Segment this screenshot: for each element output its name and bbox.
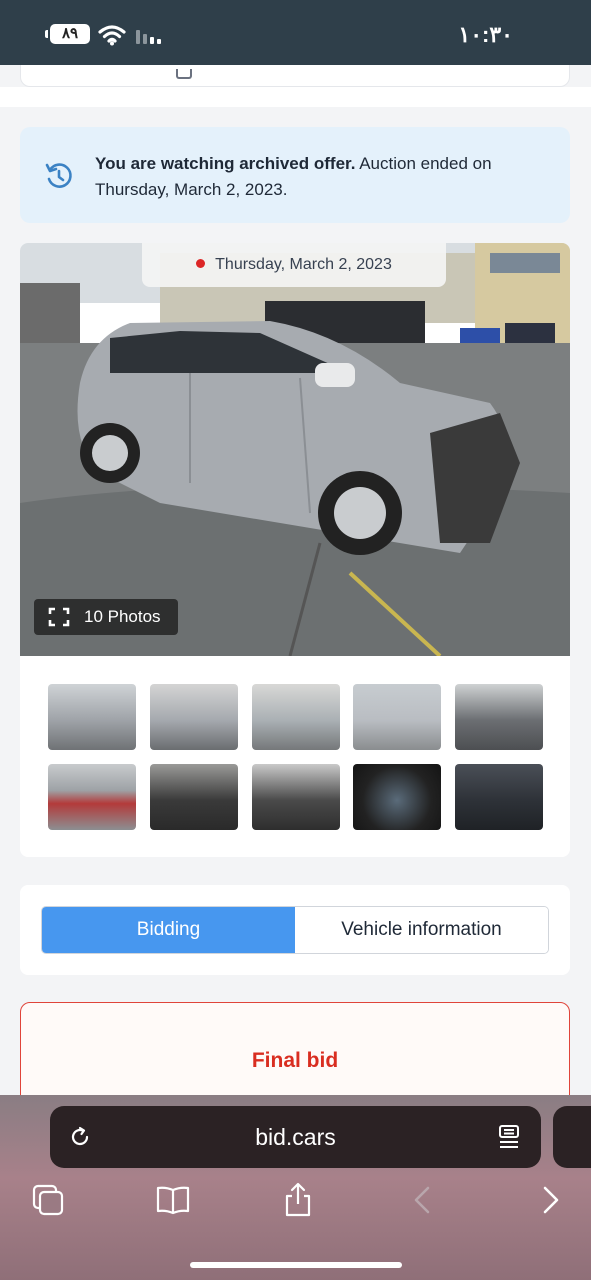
archived-offer-notice: You are watching archived offer. Auction… — [20, 127, 570, 223]
thumbnail-6[interactable] — [48, 764, 136, 830]
notice-text: You are watching archived offer. Auction… — [95, 151, 495, 203]
battery-indicator: ٨٩ — [45, 24, 90, 44]
photos-count: 10 Photos — [84, 607, 161, 626]
browser-toolbar: bid.cars — [0, 1095, 591, 1280]
tab-vehicle-information[interactable]: Vehicle information — [295, 907, 548, 953]
thumbnail-8[interactable] — [252, 764, 340, 830]
tabs-icon[interactable] — [30, 1182, 66, 1218]
address-bar[interactable]: bid.cars — [50, 1106, 541, 1168]
status-dot — [196, 259, 206, 268]
tab-bidding[interactable]: Bidding — [42, 907, 295, 953]
card-icon — [176, 69, 192, 79]
page-content: You are watching archived offer. Auction… — [0, 65, 591, 1095]
share-icon[interactable] — [280, 1182, 316, 1218]
forward-icon[interactable] — [533, 1182, 569, 1218]
thumbnail-4[interactable] — [353, 684, 441, 750]
adjacent-tab-preview[interactable] — [553, 1106, 591, 1168]
bookmarks-icon[interactable] — [155, 1182, 191, 1218]
tab-bar: Bidding Vehicle information — [41, 906, 549, 954]
notice-bold: You are watching archived offer. — [95, 154, 356, 173]
thumbnail-3[interactable] — [252, 684, 340, 750]
auction-date-label: Thursday, March 2, 2023 — [142, 243, 446, 287]
thumbnail-2[interactable] — [150, 684, 238, 750]
thumbnail-7[interactable] — [150, 764, 238, 830]
photo-gallery: Thursday, March 2, 2023 10 Photos — [20, 243, 570, 857]
thumbnail-1[interactable] — [48, 684, 136, 750]
cellular-signal-icon — [136, 30, 161, 44]
car-photo — [20, 243, 570, 656]
tabs-card: Bidding Vehicle information — [20, 885, 570, 975]
photos-count-button[interactable]: 10 Photos — [34, 599, 178, 635]
thumbnail-10[interactable] — [455, 764, 543, 830]
history-icon — [45, 163, 72, 188]
final-bid-label: Final bid — [251, 1049, 339, 1072]
back-icon[interactable] — [404, 1182, 440, 1218]
thumbnail-9[interactable] — [353, 764, 441, 830]
home-indicator[interactable] — [190, 1262, 402, 1268]
thumbnail-5[interactable] — [455, 684, 543, 750]
final-bid-card: Final bid — [20, 1002, 570, 1095]
clock: ١٠:٣٠ — [458, 22, 513, 47]
status-bar: ٨٩ ١٠:٣٠ — [0, 0, 591, 65]
previous-card — [20, 65, 570, 87]
url-text: bid.cars — [255, 1124, 336, 1150]
main-photo[interactable]: Thursday, March 2, 2023 10 Photos — [20, 243, 570, 656]
auction-date: Thursday, March 2, 2023 — [215, 256, 392, 273]
section-divider — [0, 87, 591, 107]
fullscreen-icon — [48, 607, 70, 627]
reader-view-icon[interactable] — [497, 1123, 521, 1151]
wifi-icon — [98, 25, 126, 46]
